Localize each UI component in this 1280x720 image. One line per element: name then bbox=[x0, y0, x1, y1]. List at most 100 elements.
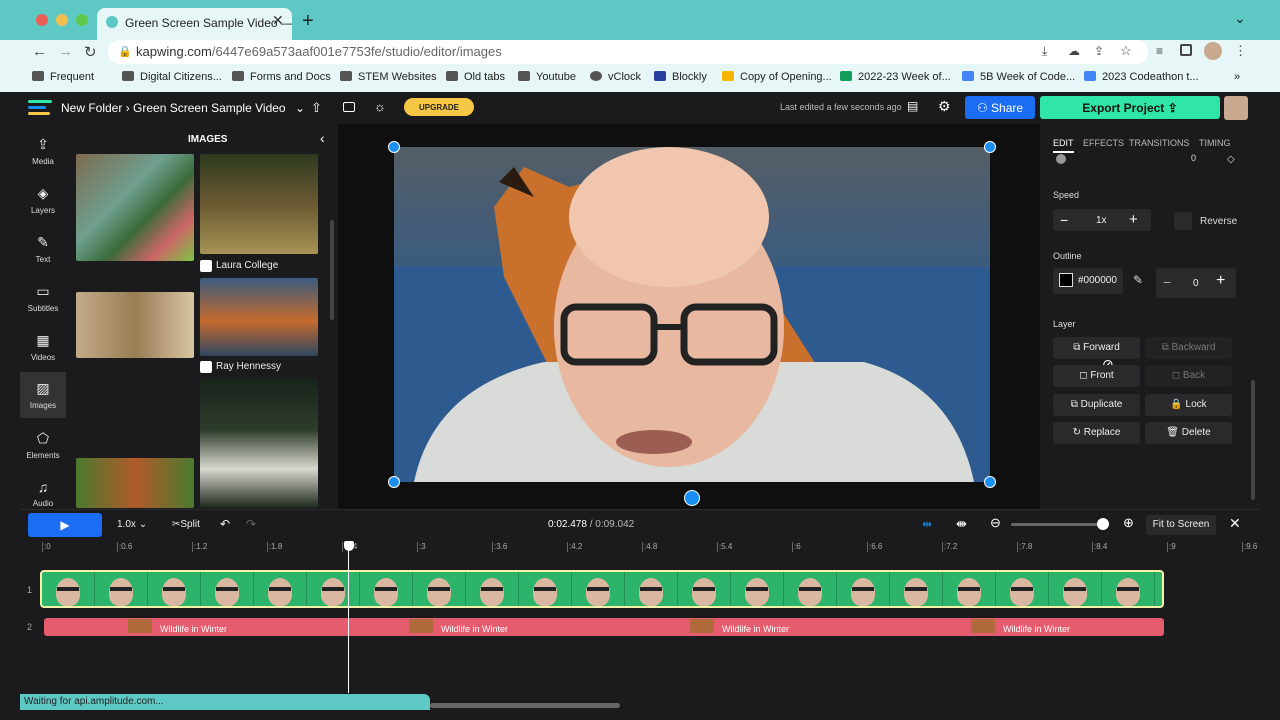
share-page-icon[interactable]: ⇪ bbox=[1094, 44, 1104, 58]
video-canvas[interactable] bbox=[394, 147, 990, 482]
bookmark-item[interactable]: Frequent bbox=[32, 71, 94, 83]
bookmark-item[interactable]: 5B Week of Code... bbox=[962, 71, 1075, 83]
bookmark-item[interactable]: 2022-23 Week of... bbox=[840, 71, 951, 83]
project-title[interactable]: Green Screen Sample Video bbox=[133, 101, 286, 115]
tab-edit[interactable]: EDIT bbox=[1053, 138, 1074, 153]
image-credit[interactable]: Laura College bbox=[216, 260, 278, 271]
reload-icon[interactable]: ↻ bbox=[84, 43, 97, 61]
rail-item-images[interactable]: ▨ Images bbox=[20, 372, 66, 418]
share-button[interactable]: ⚇ Share bbox=[965, 96, 1035, 119]
zoom-out-icon[interactable]: ⊖ bbox=[990, 515, 1001, 531]
resize-handle-bottom-left[interactable] bbox=[388, 476, 400, 488]
image-thumbnail-animal-grid[interactable] bbox=[76, 154, 194, 261]
upload-icon[interactable]: ⇧ bbox=[311, 100, 322, 116]
rotate-handle-icon[interactable] bbox=[684, 490, 700, 506]
image-thumbnail-white-tiger[interactable] bbox=[200, 378, 318, 508]
timeline-scrollbar[interactable] bbox=[430, 703, 620, 708]
bookmark-item[interactable]: Blockly bbox=[654, 71, 707, 83]
rail-item-text[interactable]: ✎ Text bbox=[20, 234, 66, 276]
forward-arrow-icon[interactable]: → bbox=[58, 43, 73, 60]
maximize-window-dot[interactable] bbox=[76, 14, 88, 26]
tab-timing[interactable]: TIMING bbox=[1199, 138, 1231, 148]
slider-knob[interactable] bbox=[1056, 154, 1066, 164]
speed-value[interactable]: 1x bbox=[1096, 215, 1107, 226]
comment-icon[interactable]: ▤ bbox=[907, 99, 918, 113]
chevron-down-icon[interactable]: ⌄ bbox=[295, 101, 305, 115]
zoom-in-icon[interactable]: ⊕ bbox=[1123, 515, 1134, 531]
lock-button[interactable]: 🔒 Lock bbox=[1145, 394, 1232, 416]
outline-value[interactable]: 0 bbox=[1193, 278, 1199, 289]
bookmark-item[interactable]: 2023 Codeathon t... bbox=[1084, 71, 1199, 83]
avatar[interactable] bbox=[1224, 96, 1248, 120]
tab-search-chevron-icon[interactable]: ⌄ bbox=[1234, 10, 1246, 27]
bookmark-item[interactable]: vClock bbox=[590, 71, 641, 83]
browser-menu-icon[interactable]: ⋮ bbox=[1234, 43, 1247, 59]
panel-scrollbar[interactable] bbox=[330, 220, 334, 320]
increase-speed-button[interactable]: + bbox=[1129, 211, 1138, 228]
tab-transitions[interactable]: TRANSITIONS bbox=[1129, 138, 1190, 148]
resize-handle-bottom-right[interactable] bbox=[984, 476, 996, 488]
decrease-outline-button[interactable]: − bbox=[1163, 274, 1171, 290]
image-thumbnail-deer[interactable] bbox=[200, 154, 318, 254]
playhead[interactable] bbox=[348, 541, 349, 693]
eyedropper-icon[interactable]: ✎ bbox=[1133, 273, 1143, 287]
increase-outline-button[interactable]: + bbox=[1216, 272, 1225, 290]
playhead-handle[interactable] bbox=[344, 541, 354, 551]
outline-color-swatch[interactable] bbox=[1059, 273, 1073, 287]
bookmark-item[interactable]: Old tabs bbox=[446, 71, 505, 83]
close-tab-icon[interactable]: ✕ bbox=[272, 12, 284, 29]
upgrade-button[interactable]: UPGRADE bbox=[404, 98, 474, 116]
image-thumbnail-red-panda[interactable] bbox=[76, 458, 194, 508]
bookmark-star-icon[interactable]: ☆ bbox=[1120, 43, 1132, 59]
bookmark-item[interactable]: STEM Websites bbox=[340, 71, 437, 83]
resize-handle-top-right[interactable] bbox=[984, 141, 996, 153]
kapwing-logo-icon[interactable] bbox=[28, 100, 52, 116]
bookmark-item[interactable]: Digital Citizens... bbox=[122, 71, 222, 83]
new-tab-icon[interactable]: + bbox=[302, 10, 314, 33]
zoom-slider[interactable] bbox=[1011, 523, 1105, 526]
front-button[interactable]: ◻ Front bbox=[1053, 365, 1140, 387]
zoom-slider-knob[interactable] bbox=[1097, 518, 1109, 530]
fit-to-screen-button[interactable]: Fit to Screen bbox=[1146, 515, 1216, 535]
delete-button[interactable]: 🗑 Delete bbox=[1145, 422, 1232, 444]
captions-icon[interactable] bbox=[343, 102, 355, 112]
close-window-dot[interactable] bbox=[36, 14, 48, 26]
image-credit[interactable]: Ray Hennessy bbox=[216, 361, 281, 372]
reading-list-icon[interactable]: ≡ bbox=[1156, 44, 1163, 58]
bookmark-item[interactable]: Youtube bbox=[518, 71, 576, 83]
bookmark-item[interactable]: Forms and Docs bbox=[232, 71, 331, 83]
back-arrow-icon[interactable]: ← bbox=[32, 43, 47, 60]
rail-item-videos[interactable]: ▦ Videos bbox=[20, 332, 66, 374]
close-timeline-icon[interactable]: ✕ bbox=[1229, 515, 1241, 532]
tab-effects[interactable]: EFFECTS bbox=[1083, 138, 1124, 148]
side-panel-icon[interactable] bbox=[1180, 44, 1192, 56]
duplicate-button[interactable]: ⧉ Duplicate bbox=[1053, 394, 1140, 416]
lock-icon[interactable]: 🔒 bbox=[118, 45, 132, 58]
playback-speed-select[interactable]: 1.0x ⌄ bbox=[117, 519, 147, 530]
rail-item-layers[interactable]: ◈ Layers bbox=[20, 185, 66, 227]
rail-item-audio[interactable]: ♫ Audio bbox=[20, 479, 66, 509]
minimize-window-dot[interactable] bbox=[56, 14, 68, 26]
resize-handle-top-left[interactable] bbox=[388, 141, 400, 153]
profile-avatar[interactable] bbox=[1204, 42, 1222, 60]
backward-button[interactable]: ⧉ Backward bbox=[1145, 337, 1232, 359]
drive-icon[interactable]: ☁ bbox=[1068, 44, 1080, 58]
browser-tab[interactable]: Green Screen Sample Video — bbox=[97, 8, 292, 40]
image-thumbnail-fox[interactable] bbox=[200, 278, 318, 356]
bookmark-item[interactable]: Copy of Opening... bbox=[722, 71, 832, 83]
reverse-checkbox[interactable] bbox=[1174, 212, 1192, 230]
panel-scrollbar[interactable] bbox=[1251, 380, 1255, 500]
bookmarks-overflow[interactable]: » bbox=[1234, 71, 1240, 83]
address-bar[interactable]: kapwing.com/6447e69a573aaf001e7753fe/stu… bbox=[108, 40, 1148, 64]
rail-item-elements[interactable]: ⬠ Elements bbox=[20, 430, 66, 472]
snap-icon[interactable]: ⇹ bbox=[922, 517, 932, 531]
lightbulb-icon[interactable]: ☼ bbox=[374, 99, 386, 114]
video-clip-track-1[interactable] bbox=[40, 570, 1164, 608]
decrease-speed-button[interactable]: − bbox=[1060, 212, 1068, 228]
keyframe-diamond-icon[interactable]: ◇ bbox=[1227, 154, 1235, 165]
back-button[interactable]: ◻ Back bbox=[1145, 365, 1232, 387]
image-thumbnail-meerkat[interactable] bbox=[76, 292, 194, 358]
replace-button[interactable]: ↻ Replace bbox=[1053, 422, 1140, 444]
install-app-icon[interactable]: ⤓ bbox=[1042, 44, 1047, 59]
rail-item-subtitles[interactable]: ▭ Subtitles bbox=[20, 283, 66, 325]
